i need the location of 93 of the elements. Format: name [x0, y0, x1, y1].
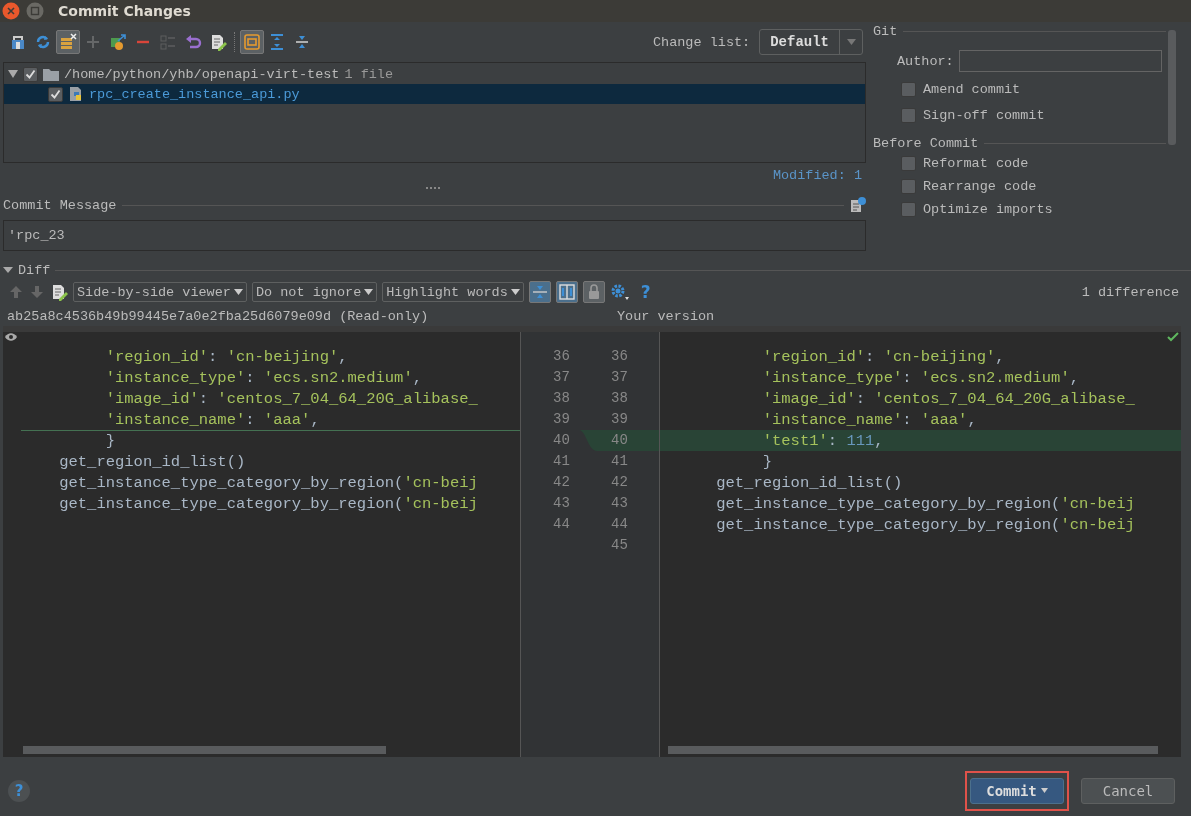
change-list-label: Change list:: [652, 34, 751, 50]
line-number: 36: [610, 347, 629, 366]
difference-count: 1 difference: [1081, 284, 1179, 300]
code-line: get_region_id_list(): [715, 473, 903, 492]
file-count: 1 file: [344, 66, 394, 82]
code-line: 'instance_type': 'ecs.sn2.medium',: [104, 368, 422, 387]
history-icon[interactable]: [850, 197, 866, 213]
line-number: 44: [552, 515, 571, 534]
code-line: 'region_id': 'cn-beijing',: [761, 347, 1005, 366]
help-link[interactable]: ?: [640, 282, 651, 302]
line-number: 39: [552, 410, 571, 429]
author-label: Author:: [897, 53, 954, 69]
close-icon[interactable]: [2, 2, 20, 20]
line-number: 36: [552, 347, 571, 366]
tree-item[interactable]: rpc_create_instance_api.py: [89, 86, 300, 102]
check-icon: [1167, 332, 1179, 342]
commit-message-field[interactable]: 'rpc_23: [3, 220, 866, 251]
line-number: 41: [610, 452, 629, 471]
code-line: get_instance_type_category_by_region('cn-beij: [715, 494, 1135, 513]
window-title: Commit Changes: [58, 3, 191, 19]
option-label[interactable]: Amend commit: [923, 81, 1021, 97]
caret-icon[interactable]: [233, 289, 243, 295]
dropdown[interactable]: Do not ignore: [251, 282, 378, 302]
tree-item[interactable]: /home/python/yhb/openapi-virt-test: [64, 66, 340, 82]
author-field[interactable]: [958, 50, 1162, 72]
code-line: get_instance_type_category_by_region('cn-beij: [58, 473, 478, 492]
line-number: 44: [610, 515, 629, 534]
code-line: 'instance_name': 'aaa',: [104, 410, 320, 429]
caret-icon[interactable]: [364, 289, 374, 295]
caret-icon[interactable]: [1040, 788, 1048, 793]
section-title: Before Commit: [873, 135, 979, 151]
right-pane-title: Your version: [616, 308, 715, 324]
dropdown[interactable]: Highlight words: [382, 282, 524, 302]
line-number: 43: [610, 494, 629, 513]
expand-arrow-icon[interactable]: [8, 69, 18, 79]
code-line: get_region_id_list(): [58, 452, 246, 471]
code-line: }: [761, 452, 772, 471]
line-number: 37: [610, 368, 629, 387]
line-number: 37: [552, 368, 571, 387]
scrollbar[interactable]: [23, 746, 386, 754]
edit-icon[interactable]: [50, 283, 68, 301]
left-pane-title: ab25a8c4536b49b99445e7a0e2fba25d6079e09d (Read-only): [6, 308, 430, 324]
line-number: 43: [552, 494, 571, 513]
checkbox[interactable]: [48, 86, 63, 102]
line-number: 42: [610, 473, 629, 492]
up-arrow-icon[interactable]: [8, 284, 24, 300]
checkbox[interactable]: [901, 81, 916, 97]
line-number: 45: [610, 536, 629, 555]
code-line: 'instance_type': 'ecs.sn2.medium',: [761, 368, 1079, 387]
line-number: 40: [552, 431, 571, 450]
eye-icon[interactable]: [5, 332, 17, 342]
option-label[interactable]: Optimize imports: [923, 202, 1053, 217]
commit-button[interactable]: Commit: [970, 777, 1064, 804]
line-number: 41: [552, 452, 571, 471]
scrollbar[interactable]: [668, 746, 1158, 754]
cancel-button[interactable]: Cancel: [1081, 777, 1175, 804]
checkbox[interactable]: [901, 179, 916, 194]
line-number: 39: [610, 410, 629, 429]
code-line: get_instance_type_category_by_region('cn-beij: [715, 515, 1135, 534]
option-label[interactable]: Rearrange code: [923, 179, 1037, 194]
line-number: 38: [610, 389, 629, 408]
section-title: Git: [873, 23, 898, 39]
collapse-arrow-icon[interactable]: [3, 265, 13, 275]
dropdown[interactable]: Side-by-side viewer: [73, 282, 247, 302]
scrollbar[interactable]: [1168, 30, 1176, 145]
line-number: 42: [552, 473, 571, 492]
option-label[interactable]: Reformat code: [923, 156, 1029, 171]
align-icon[interactable]: [528, 281, 551, 303]
list-icon[interactable]: [56, 30, 80, 54]
python-file-icon: [68, 86, 84, 102]
settings-icon[interactable]: [609, 283, 630, 301]
minimize-icon[interactable]: [26, 2, 44, 20]
checkbox[interactable]: [23, 66, 38, 82]
checkbox[interactable]: [901, 202, 916, 217]
columns-icon[interactable]: [555, 281, 578, 303]
caret-icon[interactable]: [510, 289, 520, 295]
code-line: 'image_id': 'centos_7_04_64_20G_alibase_: [761, 389, 1135, 408]
code-line: 'image_id': 'centos_7_04_64_20G_alibase_: [104, 389, 478, 408]
change-list-dropdown[interactable]: Default: [759, 29, 863, 55]
down-arrow-icon[interactable]: [29, 284, 45, 300]
diff-title[interactable]: Diff: [18, 262, 51, 278]
commit-message-label: Commit Message: [3, 197, 117, 213]
lock-icon[interactable]: [582, 281, 605, 303]
option-label[interactable]: Sign-off commit: [923, 107, 1045, 123]
code-line: get_instance_type_category_by_region('cn-beij: [58, 494, 478, 513]
line-number: 38: [552, 389, 571, 408]
code-line: }: [104, 431, 115, 450]
code-line: 'test1': 111,: [761, 431, 884, 450]
modified-count[interactable]: Modified: 1: [772, 167, 862, 183]
code-line: 'region_id': 'cn-beijing',: [104, 347, 348, 366]
checkbox[interactable]: [901, 107, 916, 123]
checkbox[interactable]: [901, 156, 916, 171]
code-line: 'instance_name': 'aaa',: [761, 410, 977, 429]
